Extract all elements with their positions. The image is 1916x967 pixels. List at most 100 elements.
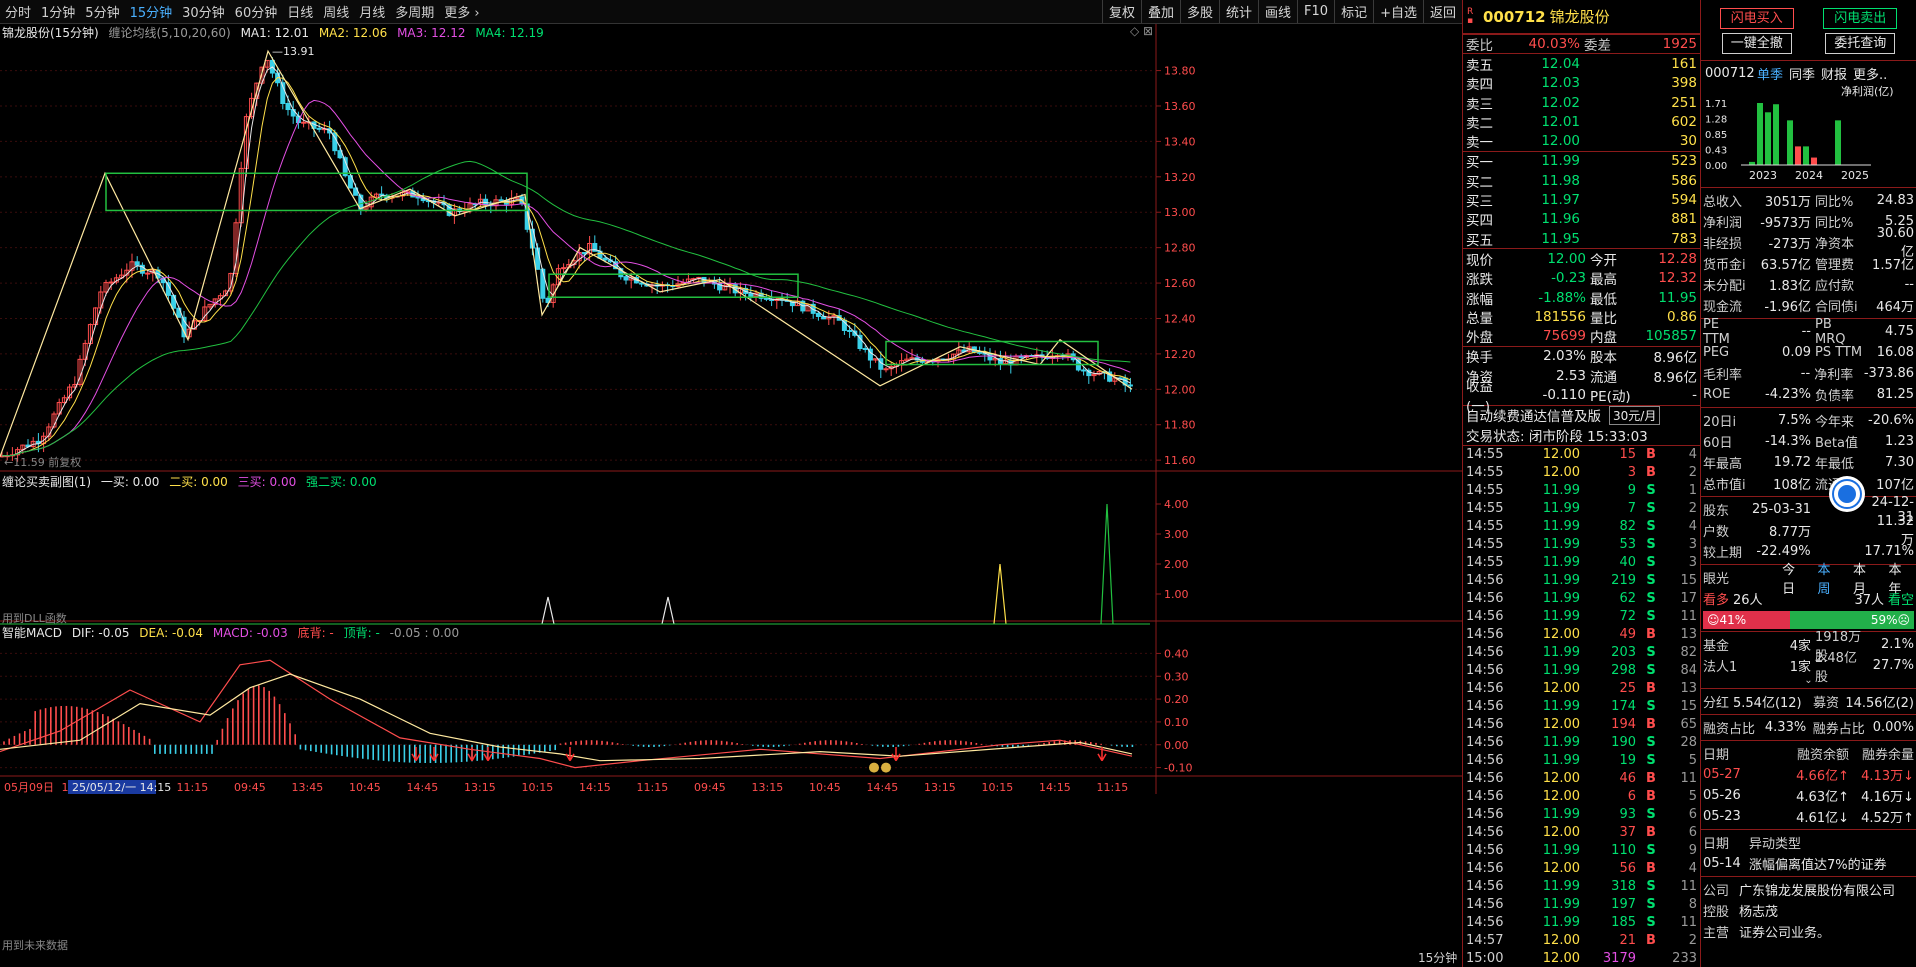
mark-button[interactable]: 标记 xyxy=(1334,0,1373,23)
ask-level[interactable]: 卖二 12.01 602 xyxy=(1463,112,1700,132)
stat-row: 总量 181556 量比 0.86 xyxy=(1463,307,1700,327)
tick-time: 14:55 xyxy=(1466,447,1504,463)
ask-level[interactable]: 卖五 12.04 161 xyxy=(1463,54,1700,74)
fin-value-2: 24.83 xyxy=(1876,193,1914,208)
macd-tick-label: -0.10 xyxy=(1164,762,1192,775)
tick-flag: S xyxy=(1646,519,1656,535)
eye-tab-week[interactable]: 本周 xyxy=(1818,559,1843,597)
ma2-line xyxy=(1,76,1131,457)
fin-label-2: 同比% xyxy=(1815,195,1854,210)
multi-stock-button[interactable]: 多股 xyxy=(1179,0,1219,23)
control-label: 控股 xyxy=(1703,905,1730,920)
bid-level[interactable]: 买五 11.95 783 xyxy=(1463,229,1700,249)
tick-price: 11.99 xyxy=(1542,897,1580,913)
fin-tabs: 000712 单季 同季 财报 更多.. xyxy=(1701,63,1916,83)
tick-flag: B xyxy=(1646,447,1656,463)
ask-level[interactable]: 卖一 12.00 30 xyxy=(1463,131,1700,151)
flash-sell-button[interactable]: 闪电卖出 xyxy=(1823,8,1898,29)
div-label: 分红 xyxy=(1703,696,1730,711)
ask-level[interactable]: 卖四 12.03 398 xyxy=(1463,74,1700,93)
tab-more[interactable]: 更多.. xyxy=(1853,64,1887,83)
period-tab-15min[interactable]: 15分钟 xyxy=(125,2,178,21)
tab-single-quarter[interactable]: 单季 xyxy=(1757,64,1783,83)
promo-row[interactable]: 自动续费通达信普及版 30元/月 xyxy=(1463,404,1700,425)
sub1-tick-label: 2.00 xyxy=(1164,558,1189,571)
val-label: 毛利率 xyxy=(1703,368,1743,383)
period-tab-day[interactable]: 日线 xyxy=(282,2,318,21)
expand-chevron-icon[interactable]: ⌄ xyxy=(1701,676,1916,686)
perf-value: 19.72 xyxy=(1773,455,1811,470)
period-tab-fenshi[interactable]: 分时 xyxy=(0,2,36,21)
period-tab-5min[interactable]: 5分钟 xyxy=(80,2,124,21)
tick-time: 14:55 xyxy=(1466,555,1504,571)
bid-level[interactable]: 买一 11.99 523 xyxy=(1463,152,1700,171)
chart-options-icons[interactable]: ◇ ⊠ xyxy=(1130,24,1153,38)
tick-volume: 203 xyxy=(1611,645,1636,661)
level-label: 买三 xyxy=(1466,194,1493,211)
stat-value-2: 11.95 xyxy=(1658,289,1697,306)
stat-label-2: 最低 xyxy=(1590,291,1617,308)
bid-level[interactable]: 买二 11.98 586 xyxy=(1463,171,1700,191)
stat-label: 涨跌 xyxy=(1466,272,1493,289)
add-watchlist-button[interactable]: +自选 xyxy=(1373,0,1423,23)
candle-body xyxy=(483,198,489,205)
period-tab-more[interactable]: 更多 › xyxy=(439,2,484,21)
overlay-button[interactable]: 叠加 xyxy=(1140,0,1180,23)
perf-value-2: 107亿 xyxy=(1876,478,1914,493)
back-button[interactable]: 返回 xyxy=(1422,0,1462,23)
bid-level[interactable]: 买三 11.97 594 xyxy=(1463,190,1700,211)
promo-price[interactable]: 30元/月 xyxy=(1609,405,1661,425)
tick-flag: S xyxy=(1646,843,1656,859)
tick-row: 14:56 11.99 298 S 84 xyxy=(1463,662,1700,680)
fuquan-button[interactable]: 复权 xyxy=(1101,0,1141,23)
tick-count: 84 xyxy=(1680,663,1697,679)
tick-flag: S xyxy=(1646,699,1656,715)
draw-line-button[interactable]: 画线 xyxy=(1258,0,1297,23)
period-tab-60min[interactable]: 60分钟 xyxy=(230,2,283,21)
period-tab-week[interactable]: 周线 xyxy=(318,2,354,21)
price-tick-label: 11.80 xyxy=(1164,419,1196,432)
stats-button[interactable]: 统计 xyxy=(1219,0,1258,23)
period-tab-30min[interactable]: 30分钟 xyxy=(177,2,230,21)
cancel-all-button[interactable]: 一键全撤 xyxy=(1721,33,1792,54)
event-row[interactable]: 05-14 涨幅偏离值达7%的证券 xyxy=(1701,853,1916,874)
macd-extra: -0.05 : 0.00 xyxy=(389,626,460,640)
tick-flag: S xyxy=(1646,483,1656,499)
assistant-float-icon[interactable] xyxy=(1829,476,1865,512)
chan-hub-box xyxy=(105,172,528,212)
ask-level[interactable]: 卖三 12.02 251 xyxy=(1463,93,1700,113)
tab-report[interactable]: 财报 xyxy=(1821,64,1847,83)
tick-list[interactable]: 14:55 12.00 15 B 4 14:55 12.00 3 B 2 14:55 11.99 9 S 1… xyxy=(1463,444,1700,967)
eye-tab-today[interactable]: 今日 xyxy=(1782,559,1807,597)
price-tick-label: 13.80 xyxy=(1164,65,1196,78)
period-tab-1min[interactable]: 1分钟 xyxy=(36,2,80,21)
period-tab-multi[interactable]: 多周期 xyxy=(390,2,439,21)
flash-buy-button[interactable]: 闪电买入 xyxy=(1719,8,1794,29)
bid-level[interactable]: 买四 11.96 881 xyxy=(1463,210,1700,229)
order-query-button[interactable]: 委托查询 xyxy=(1825,33,1896,54)
macd-tick-label: 0.10 xyxy=(1164,716,1189,729)
macd-title[interactable]: 智能MACD xyxy=(2,626,62,640)
sub1-title[interactable]: 缠论买卖副图(1) xyxy=(2,475,91,489)
ma-indicator-name[interactable]: 缠论均线(5,10,20,60) xyxy=(108,26,230,40)
tick-volume: 318 xyxy=(1611,879,1636,895)
holders-label: 股东 xyxy=(1703,504,1730,519)
time-axis-label: 10:45 xyxy=(349,781,381,794)
bull-bear-bar[interactable]: ☺ 41% 59% ☹ xyxy=(1703,611,1914,629)
tick-price: 11.99 xyxy=(1542,609,1580,625)
stock-code: 000712 xyxy=(1483,7,1546,26)
eye-row: 眼光 今日 本周 本月 本年 xyxy=(1701,563,1916,597)
kline-chart-area[interactable]: 13.80 13.60 13.40 13.20 13.00 12.80 12.60 12.40… xyxy=(0,24,1462,967)
inst-value-2: 2.1% xyxy=(1880,637,1914,652)
tick-price: 11.99 xyxy=(1542,915,1580,931)
tick-row: 14:56 11.99 174 S 15 xyxy=(1463,698,1700,716)
stat-label-2: 今开 xyxy=(1590,252,1617,269)
f10-button[interactable]: F10 xyxy=(1297,0,1334,23)
period-tab-month[interactable]: 月线 xyxy=(354,2,390,21)
kline-chart-svg[interactable]: 13.80 13.60 13.40 13.20 13.00 12.80 12.60 12.40… xyxy=(0,24,1462,967)
tab-same-quarter[interactable]: 同季 xyxy=(1789,64,1815,83)
price-tick-label: 12.20 xyxy=(1164,348,1196,361)
tick-volume: 53 xyxy=(1619,537,1636,553)
fin-row: 现金流 -1.96亿 合同债i 464万 xyxy=(1701,295,1916,316)
tick-time: 14:56 xyxy=(1466,609,1504,625)
